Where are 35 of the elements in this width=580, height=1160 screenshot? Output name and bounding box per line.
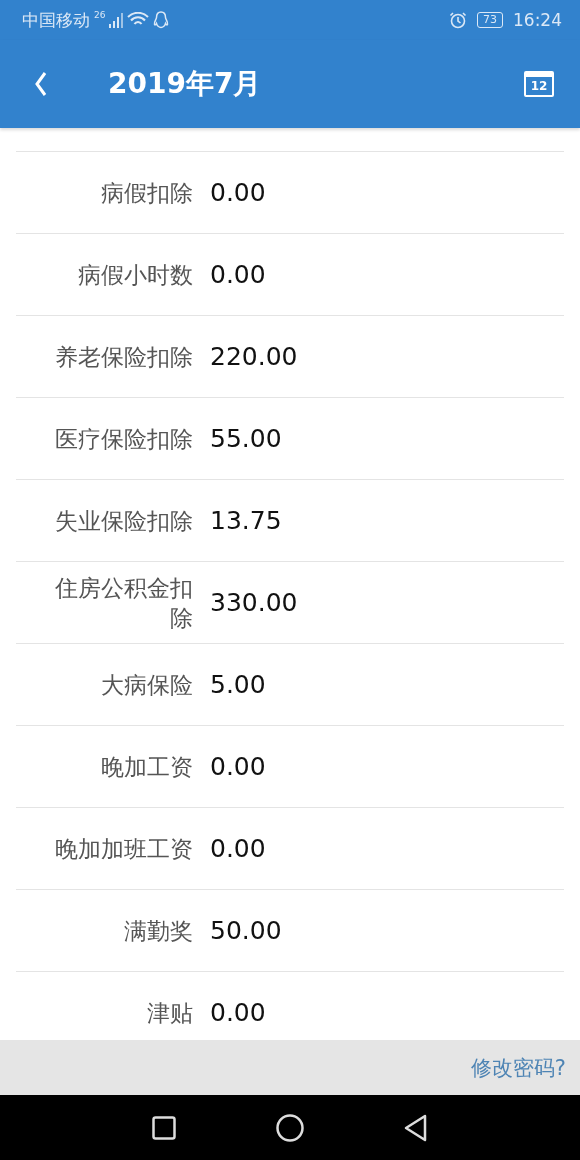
clock-time: 16:24: [513, 10, 562, 30]
field-label: 大病保险: [100, 670, 193, 700]
field-value: 50.00: [210, 916, 282, 945]
field-label: 病假扣除: [100, 178, 193, 208]
field-label: 晚加加班工资: [54, 834, 193, 864]
month-title: 2019年7月: [108, 66, 263, 102]
field-value: 13.75: [210, 506, 282, 535]
change-password-link[interactable]: 修改密码?: [470, 1053, 566, 1082]
field-value: 5.00: [210, 670, 266, 699]
back-icon[interactable]: [404, 1113, 428, 1142]
network-type: 26: [94, 10, 106, 20]
field-value: 0.00: [210, 752, 266, 781]
field-label: 失业保险扣除: [54, 506, 193, 536]
recents-icon[interactable]: [152, 1115, 176, 1140]
calendar-button[interactable]: 12: [524, 71, 554, 97]
field-value: 0.00: [210, 260, 266, 289]
field-label: 医疗保险扣除: [54, 424, 193, 454]
field-label: 养老保险扣除: [54, 342, 193, 372]
field-label: 住房公积金扣除: [54, 573, 193, 633]
field-value: 220.00: [210, 342, 298, 371]
field-label: 满勤奖: [123, 916, 193, 946]
field-value: 0.00: [210, 998, 266, 1027]
signal-icon: [109, 12, 124, 28]
field-value: 0.00: [210, 178, 266, 207]
battery-indicator: 73: [477, 12, 503, 28]
penguin-icon: [153, 11, 170, 29]
field-label: 津贴: [146, 998, 193, 1028]
field-label: 晚加工资: [100, 752, 193, 782]
alarm-clock-icon: [449, 11, 467, 29]
carrier-name: 中国移动: [22, 8, 90, 32]
field-value: 55.00: [210, 424, 282, 453]
field-label: 病假小时数: [77, 260, 193, 290]
field-value: 0.00: [210, 834, 266, 863]
home-icon[interactable]: [276, 1113, 304, 1142]
field-value: 330.00: [210, 588, 298, 617]
